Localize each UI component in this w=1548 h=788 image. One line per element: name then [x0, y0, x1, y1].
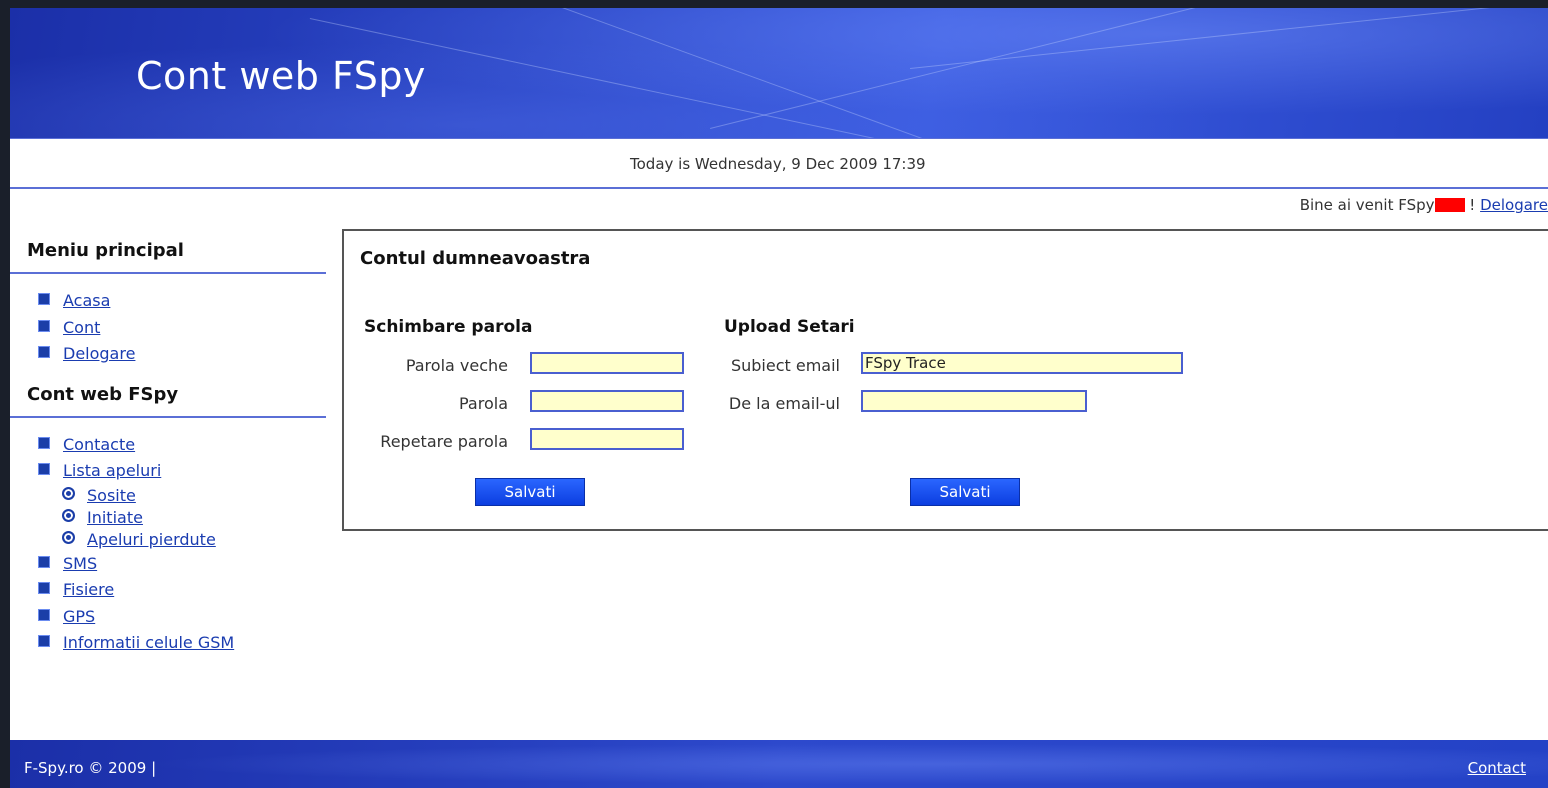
from-email-label: De la email-ul — [728, 394, 840, 413]
footer-copyright: F-Spy.ro © 2009 | — [24, 759, 157, 777]
square-bullet-icon — [38, 555, 50, 568]
submenu-item-initiate: Initiate — [62, 507, 326, 529]
circle-bullet-icon — [62, 508, 75, 522]
link-acasa[interactable]: Acasa — [63, 291, 110, 310]
circle-bullet-icon — [62, 486, 75, 500]
current-date: Today is Wednesday, 9 Dec 2009 17:39 — [630, 155, 926, 173]
square-bullet-icon — [38, 293, 50, 305]
link-lista-apeluri[interactable]: Lista apeluri — [63, 461, 161, 480]
old-password-input[interactable] — [530, 352, 684, 374]
welcome-message: Bine ai venit FSpy ! Delogare — [1300, 196, 1548, 214]
welcome-text: Bine ai venit FSpy — [1299, 196, 1435, 214]
link-delogare[interactable]: Delogare — [63, 344, 135, 363]
menu-item-gps: GPS — [38, 604, 326, 631]
new-password-label: Parola — [459, 394, 508, 413]
link-sosite[interactable]: Sosite — [87, 486, 136, 505]
link-gps[interactable]: GPS — [63, 607, 95, 626]
from-email-input[interactable] — [861, 390, 1087, 412]
header-banner: Cont web FSpy — [10, 8, 1548, 138]
main-menu-heading: Meniu principal — [10, 234, 326, 274]
circle-bullet-icon — [62, 530, 75, 544]
upload-section-title: Upload Setari — [724, 317, 855, 337]
square-bullet-icon — [38, 635, 50, 647]
menu-item-delogare: Delogare — [38, 341, 326, 368]
square-bullet-icon — [38, 608, 50, 621]
submenu-item-sosite: Sosite — [62, 485, 326, 507]
date-bar: Today is Wednesday, 9 Dec 2009 17:39 — [10, 138, 1548, 189]
menu-item-sms: SMS — [38, 551, 326, 578]
repeat-password-label: Repetare parola — [380, 432, 508, 451]
banner-decor — [309, 18, 1191, 138]
footer-contact-link[interactable]: Contact — [1468, 759, 1526, 777]
menu-item-fisiere: Fisiere — [38, 577, 326, 604]
square-bullet-icon — [38, 319, 50, 332]
account-panel: Contul dumneavoastra Schimbare parola Pa… — [342, 229, 1548, 531]
footer: F-Spy.ro © 2009 | Contact — [10, 740, 1548, 788]
email-subject-input[interactable] — [861, 352, 1183, 374]
web-menu: Contacte Lista apeluri Sosite Initiate A… — [10, 418, 326, 667]
link-sms[interactable]: SMS — [63, 554, 97, 573]
link-cont[interactable]: Cont — [63, 318, 100, 337]
page: Cont web FSpy Today is Wednesday, 9 Dec … — [10, 8, 1548, 788]
logout-link[interactable]: Delogare — [1480, 196, 1548, 214]
sidebar: Meniu principal Acasa Cont Delogare Cont… — [10, 234, 326, 667]
menu-item-gsm: Informatii celule GSM — [38, 630, 326, 657]
square-bullet-icon — [38, 436, 50, 449]
web-menu-heading: Cont web FSpy — [10, 378, 326, 418]
banner-decor — [910, 8, 1548, 69]
square-bullet-icon — [38, 346, 50, 358]
save-upload-settings-button[interactable]: Salvati — [910, 478, 1020, 506]
new-password-input[interactable] — [530, 390, 684, 412]
save-password-button[interactable]: Salvati — [475, 478, 585, 506]
calls-submenu: Sosite Initiate Apeluri pierdute — [38, 485, 326, 551]
square-bullet-icon — [38, 463, 50, 475]
link-initiate[interactable]: Initiate — [87, 508, 143, 527]
link-informatii-gsm[interactable]: Informatii celule GSM — [63, 633, 234, 652]
menu-item-lista-apeluri: Lista apeluri Sosite Initiate Apeluri pi… — [38, 458, 326, 551]
link-apeluri-pierdute[interactable]: Apeluri pierdute — [87, 530, 216, 549]
link-contacte[interactable]: Contacte — [63, 435, 135, 454]
site-title: Cont web FSpy — [136, 54, 426, 98]
submenu-item-apeluri-pierdute: Apeluri pierdute — [62, 529, 326, 551]
banner-decor — [710, 8, 1548, 129]
repeat-password-input[interactable] — [530, 428, 684, 450]
panel-title: Contul dumneavoastra — [360, 248, 591, 269]
welcome-separator: ! — [1464, 196, 1481, 214]
link-fisiere[interactable]: Fisiere — [63, 580, 114, 599]
password-section-title: Schimbare parola — [364, 317, 533, 337]
square-bullet-icon — [38, 582, 50, 594]
old-password-label: Parola veche — [405, 356, 508, 375]
menu-item-contacte: Contacte — [38, 432, 326, 459]
menu-item-acasa: Acasa — [38, 288, 326, 315]
redacted-username — [1434, 198, 1465, 212]
email-subject-label: Subiect email — [730, 356, 840, 375]
menu-item-cont: Cont — [38, 315, 326, 342]
main-menu: Acasa Cont Delogare — [10, 274, 326, 378]
